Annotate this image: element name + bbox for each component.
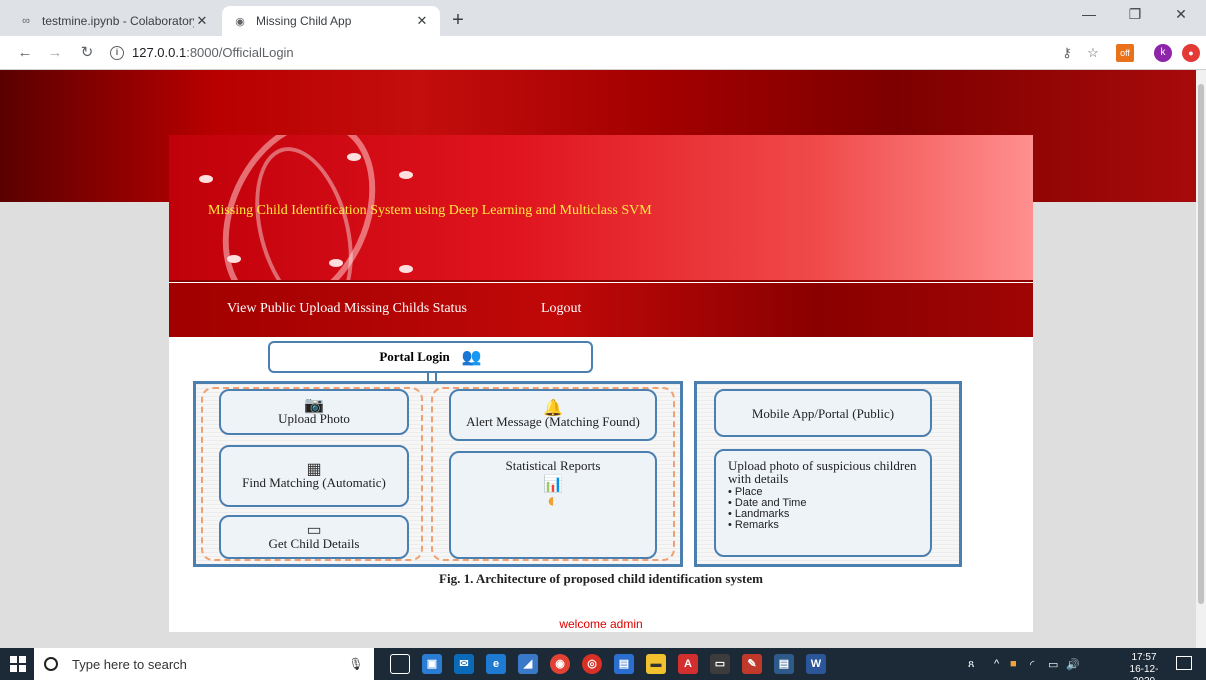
tray-expand-icon[interactable]: ^ <box>994 648 999 680</box>
portal-login-box: Portal Login 👥 <box>268 341 593 373</box>
paint-icon[interactable]: ✎ <box>742 654 762 674</box>
battery-icon[interactable]: ▭ <box>1048 648 1058 680</box>
tab-title: Missing Child App <box>256 14 352 28</box>
edge-icon[interactable]: e <box>486 654 506 674</box>
page-viewport: Missing Child Identification System usin… <box>0 70 1196 648</box>
portal-login-label: Portal Login <box>379 349 450 364</box>
heart-decoration <box>329 259 343 267</box>
upload-photo-box: 📷 Upload Photo <box>219 389 409 435</box>
task-view-icon[interactable] <box>390 654 410 674</box>
report-icon: ◐ <box>546 490 560 512</box>
photos-icon[interactable]: ◢ <box>518 654 538 674</box>
reload-icon[interactable]: ↻ <box>76 42 98 64</box>
tray-app-icon[interactable]: ■ <box>1010 648 1017 680</box>
mail-icon[interactable]: ✉ <box>454 654 474 674</box>
find-matching-label: Find Matching (Automatic) <box>242 475 386 490</box>
browser-icon[interactable]: ◎ <box>582 654 602 674</box>
cortana-icon <box>44 657 58 671</box>
profile-avatar[interactable]: k <box>1154 44 1172 62</box>
minimize-icon[interactable]: — <box>1066 6 1112 22</box>
alert-message-label: Alert Message (Matching Found) <box>466 414 640 429</box>
key-icon[interactable]: ⚷ <box>1058 44 1076 62</box>
network-icon[interactable]: ◜ <box>1030 648 1034 680</box>
alert-message-box: 🔔 Alert Message (Matching Found) <box>449 389 657 441</box>
public-upload-intro: Upload photo of suspicious children with… <box>728 458 917 486</box>
page-scrollbar[interactable] <box>1196 70 1206 648</box>
star-icon[interactable]: ☆ <box>1084 44 1102 62</box>
close-window-icon[interactable]: ✕ <box>1158 6 1204 23</box>
word-icon[interactable]: W <box>806 654 826 674</box>
statistical-reports-box: Statistical Reports 📊 ◐ <box>449 451 657 559</box>
new-tab-button[interactable]: + <box>446 9 470 31</box>
tab-missing-child-app[interactable]: ◉ Missing Child App ✕ <box>222 6 440 36</box>
colab-icon: ∞ <box>22 15 30 27</box>
volume-icon[interactable]: 🔊 <box>1066 648 1080 680</box>
browser-toolbar: ← → ↻ i 127.0.0.1:8000/OfficialLogin ⚷ ☆… <box>0 36 1206 70</box>
scrollbar-thumb[interactable] <box>1198 84 1204 604</box>
extension-off-icon[interactable]: off <box>1116 44 1134 62</box>
users-icon: 👥 <box>461 349 482 366</box>
clock-time: 17:57 <box>1131 652 1157 663</box>
folder-icon[interactable]: ▬ <box>646 654 666 674</box>
store-icon[interactable]: ▣ <box>422 654 442 674</box>
tab-strip: ∞ testmine.ipynb - Colaboratory ✕ ◉ Miss… <box>0 0 1206 36</box>
find-matching-box: ▦ Find Matching (Automatic) <box>219 445 409 507</box>
heart-decoration <box>227 255 241 263</box>
restore-icon[interactable]: ❐ <box>1112 6 1158 23</box>
people-icon[interactable]: ጸ <box>968 648 974 680</box>
details-list: Place Date and Time Landmarks Remarks <box>728 487 807 531</box>
heart-decoration <box>199 175 213 183</box>
document-icon[interactable]: ▤ <box>614 654 634 674</box>
search-placeholder: Type here to search <box>72 656 187 672</box>
close-tab-icon[interactable]: ✕ <box>414 13 430 29</box>
mobile-app-label: Mobile App/Portal (Public) <box>751 405 895 421</box>
forward-icon[interactable]: → <box>44 42 66 64</box>
globe-icon: ◉ <box>235 15 245 28</box>
site-info-icon[interactable]: i <box>110 46 124 60</box>
address-bar[interactable]: 127.0.0.1:8000/OfficialLogin <box>132 45 294 60</box>
figure-caption: Fig. 1. Architecture of proposed child i… <box>439 571 763 586</box>
windows-taskbar: Type here to search 🎙 ▣ ✉ e ◢ ◉ ◎ ▤ ▬ A … <box>0 648 1206 680</box>
taskbar-search[interactable]: Type here to search 🎙 <box>34 648 374 680</box>
microphone-icon[interactable]: 🎙 <box>346 657 366 671</box>
system-clock[interactable]: 17:57 16-12-2020 <box>1120 652 1168 680</box>
architecture-figure: Portal Login 👥 📷 Upload Photo ▦ Find Mat… <box>169 339 1033 599</box>
upload-photo-label: Upload Photo <box>278 411 350 426</box>
heart-decoration <box>347 153 361 161</box>
tab-title: testmine.ipynb - Colaboratory <box>42 14 194 28</box>
tab-colab[interactable]: ∞ testmine.ipynb - Colaboratory ✕ <box>8 6 220 36</box>
url-path: :8000/OfficialLogin <box>186 45 294 60</box>
main-container: Missing Child Identification System usin… <box>169 135 1033 632</box>
python-icon[interactable]: ▤ <box>774 654 794 674</box>
heart-decoration <box>399 265 413 273</box>
nav-menu: View Public Upload Missing Childs Status… <box>169 283 1033 337</box>
back-icon[interactable]: ← <box>14 42 36 64</box>
welcome-message: welcome admin <box>559 617 643 631</box>
terminal-icon[interactable]: ▭ <box>710 654 730 674</box>
mobile-app-box: Mobile App/Portal (Public) <box>714 389 932 437</box>
pdf-icon[interactable]: A <box>678 654 698 674</box>
site-title: Missing Child Identification System usin… <box>208 203 652 218</box>
statistical-reports-label: Statistical Reports <box>505 458 601 473</box>
close-tab-icon[interactable]: ✕ <box>194 13 210 29</box>
chrome-icon[interactable]: ◉ <box>550 654 570 674</box>
heart-decoration <box>399 171 413 179</box>
windows-start-icon[interactable] <box>10 656 26 672</box>
get-child-details-label: Get Child Details <box>268 536 360 551</box>
list-item: Remarks <box>728 520 806 531</box>
get-child-details-box: ▭ Get Child Details <box>219 515 409 559</box>
public-upload-box: Upload photo of suspicious children with… <box>714 449 932 557</box>
site-header: Missing Child Identification System usin… <box>169 135 1033 282</box>
menu-view-public-upload[interactable]: View Public Upload Missing Childs Status <box>227 301 467 317</box>
action-center-icon[interactable] <box>1176 656 1192 670</box>
menu-logout[interactable]: Logout <box>541 301 581 317</box>
url-host: 127.0.0.1 <box>132 45 187 60</box>
extension-icon[interactable]: ● <box>1182 44 1200 62</box>
clock-date: 16-12-2020 <box>1129 664 1159 680</box>
